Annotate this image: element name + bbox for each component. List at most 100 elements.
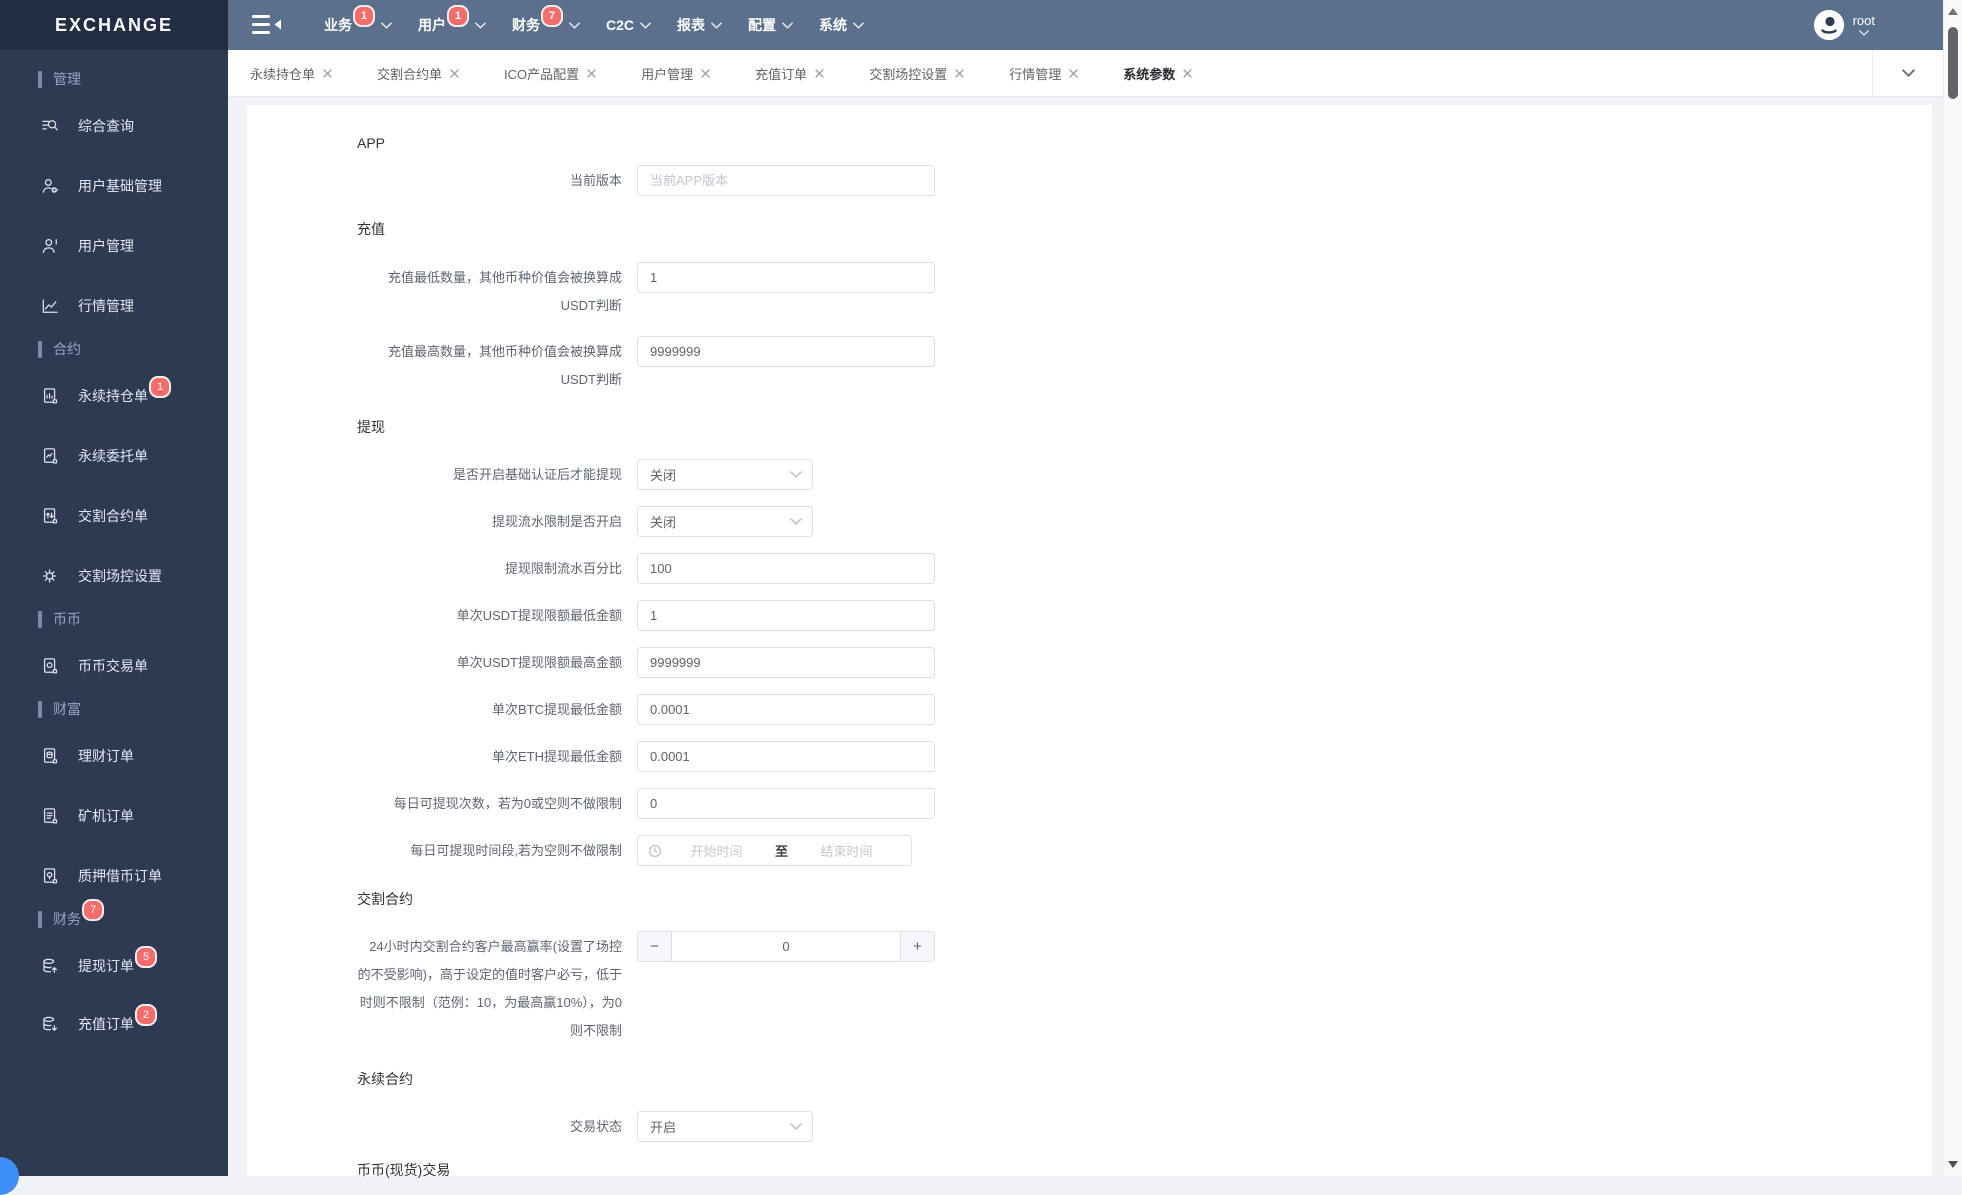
chevron-down-icon (381, 22, 392, 29)
sidebar-item-user-base-management[interactable]: 用户基础管理 (0, 174, 228, 198)
selected-value: 关闭 (650, 465, 676, 484)
field-label: 每日可提现时间段,若为空则不做限制 (357, 837, 622, 865)
field-label: 当前版本 (357, 167, 622, 195)
scrollbar-thumb[interactable] (1948, 27, 1958, 99)
tab-system-params[interactable]: 系统参数 (1123, 64, 1192, 83)
sidebar-item-user-management[interactable]: 用户管理 (0, 234, 228, 258)
sidebar-item-perpetual-orders[interactable]: 永续委托单 (0, 444, 228, 468)
max-win-rate-stepper: − + (637, 931, 935, 962)
sidebar-item-composite-query[interactable]: 综合查询 (0, 114, 228, 138)
sidebar-item-pledge-loan-orders[interactable]: 质押借币订单 (0, 864, 228, 888)
field-label: 每日可提现次数，若为0或空则不做限制 (357, 790, 622, 818)
close-icon[interactable] (815, 69, 824, 78)
tab-label: 用户管理 (641, 64, 693, 83)
btc-withdraw-min-input[interactable] (637, 694, 935, 725)
close-icon[interactable] (323, 69, 332, 78)
user-menu[interactable]: root (1814, 0, 1875, 50)
corner-action-button[interactable] (0, 1157, 19, 1195)
main-content: APP 当前版本 充值 充值最低数量，其他币种价值会被换算成USDT判断 充值最… (228, 97, 1943, 1176)
tab-delivery-risk-settings[interactable]: 交割场控设置 (869, 64, 964, 83)
close-icon[interactable] (701, 69, 710, 78)
section-accent-bar (38, 701, 42, 718)
max-win-rate-input[interactable] (672, 932, 900, 961)
tab-perpetual-positions[interactable]: 永续持仓单 (250, 64, 332, 83)
line-chart-icon (40, 296, 60, 316)
flow-percent-input[interactable] (637, 553, 935, 584)
scroll-up-arrow[interactable] (1948, 8, 1958, 15)
daily-withdraw-count-input[interactable] (637, 788, 935, 819)
usdt-withdraw-max-input[interactable] (637, 647, 935, 678)
chevron-down-icon (782, 22, 793, 29)
sidebar-item-label: 币币交易单 (78, 656, 148, 676)
sidebar-item-label: 充值订单 (78, 1014, 134, 1034)
close-icon[interactable] (1069, 69, 1078, 78)
field-label: 充值最低数量，其他币种价值会被换算成USDT判断 (357, 264, 622, 320)
kyc-switch-select[interactable]: 关闭 (637, 459, 813, 490)
close-icon[interactable] (450, 69, 459, 78)
menu-label: 报表 (677, 15, 705, 35)
tab-user-management[interactable]: 用户管理 (641, 64, 710, 83)
field-current-version: 当前版本 (357, 165, 957, 196)
field-recharge-max: 充值最高数量，其他币种价值会被换算成USDT判断 (357, 336, 957, 367)
chevron-down-icon (711, 22, 722, 29)
tab-label: 系统参数 (1123, 64, 1175, 83)
chevron-down-icon (1902, 69, 1915, 77)
trade-status-select[interactable]: 开启 (637, 1111, 813, 1142)
tab-ico-product-config[interactable]: ICO产品配置 (504, 64, 596, 83)
nav-menu-finance[interactable]: 财务 7 (512, 14, 580, 36)
tab-recharge-orders[interactable]: 充值订单 (755, 64, 824, 83)
nav-menu-system[interactable]: 系统 (819, 15, 864, 35)
settings-panel: APP 当前版本 充值 充值最低数量，其他币种价值会被换算成USDT判断 充值最… (247, 105, 1932, 1176)
stepper-decrease-button[interactable]: − (638, 932, 672, 961)
section-accent-bar (38, 911, 42, 928)
sidebar-item-miner-orders[interactable]: 矿机订单 (0, 804, 228, 828)
recharge-max-input[interactable] (637, 336, 935, 367)
sidebar-item-market-management[interactable]: 行情管理 (0, 294, 228, 318)
nav-menu-c2c[interactable]: C2C (606, 17, 651, 33)
eth-withdraw-min-input[interactable] (637, 741, 935, 772)
stepper-increase-button[interactable]: + (900, 932, 934, 961)
section-title: 币币 (53, 609, 81, 629)
field-label: 充值最高数量，其他币种价值会被换算成USDT判断 (357, 338, 622, 394)
menu-collapse-icon[interactable] (252, 14, 284, 36)
withdraw-time-range-picker[interactable]: 开始时间 至 结束时间 (637, 835, 912, 866)
current-version-input[interactable] (637, 165, 935, 196)
username: root (1853, 14, 1875, 27)
close-icon[interactable] (955, 69, 964, 78)
gear-icon (40, 566, 60, 586)
close-icon[interactable] (587, 69, 596, 78)
sidebar-item-delivery-contracts[interactable]: 交割合约单 (0, 504, 228, 528)
tab-delivery-contracts[interactable]: 交割合约单 (377, 64, 459, 83)
field-usdt-withdraw-max: 单次USDT提现限额最高金额 (357, 647, 957, 678)
flow-switch-select[interactable]: 关闭 (637, 506, 813, 537)
nav-menu-business[interactable]: 业务 1 (324, 14, 392, 36)
end-time-placeholder: 结束时间 (792, 841, 901, 860)
tab-market-management[interactable]: 行情管理 (1009, 64, 1078, 83)
nav-menu-users[interactable]: 用户 1 (418, 14, 486, 36)
menu-label: 财务 (512, 15, 540, 35)
section-accent-bar (38, 71, 42, 88)
sidebar-item-wealth-orders[interactable]: 理财订单 (0, 744, 228, 768)
usdt-withdraw-min-input[interactable] (637, 600, 935, 631)
close-icon[interactable] (1183, 69, 1192, 78)
sidebar-item-recharge-orders[interactable]: 充值订单 2 (0, 1012, 228, 1036)
recharge-min-input[interactable] (637, 262, 935, 293)
nav-menu-config[interactable]: 配置 (748, 15, 793, 35)
user-gear-icon (40, 176, 60, 196)
scroll-down-arrow[interactable] (1948, 1161, 1958, 1168)
sidebar-item-spot-trades[interactable]: 币币交易单 (0, 654, 228, 678)
tab-list-dropdown-button[interactable] (1872, 50, 1943, 96)
sidebar-item-withdraw-orders[interactable]: 提现订单 5 (0, 954, 228, 978)
field-eth-withdraw-min: 单次ETH提现最低金额 (357, 741, 957, 772)
sidebar-item-label: 行情管理 (78, 296, 134, 316)
chevron-down-icon (790, 1123, 802, 1130)
sidebar-item-delivery-risk-settings[interactable]: 交割场控设置 (0, 564, 228, 588)
vertical-scrollbar (1943, 0, 1962, 1176)
field-label: 是否开启基础认证后才能提现 (357, 461, 622, 489)
sidebar: EXCHANGE 管理 综合查询 用户基础管理 用户管理 行情管理 合约 永续持… (0, 0, 228, 1176)
section-title: 合约 (53, 339, 81, 359)
nav-menu-reports[interactable]: 报表 (677, 15, 722, 35)
sidebar-section-finance: 财务 7 (0, 909, 104, 929)
field-label: 交易状态 (357, 1113, 622, 1141)
sidebar-item-perpetual-positions[interactable]: 永续持仓单 1 (0, 384, 228, 408)
